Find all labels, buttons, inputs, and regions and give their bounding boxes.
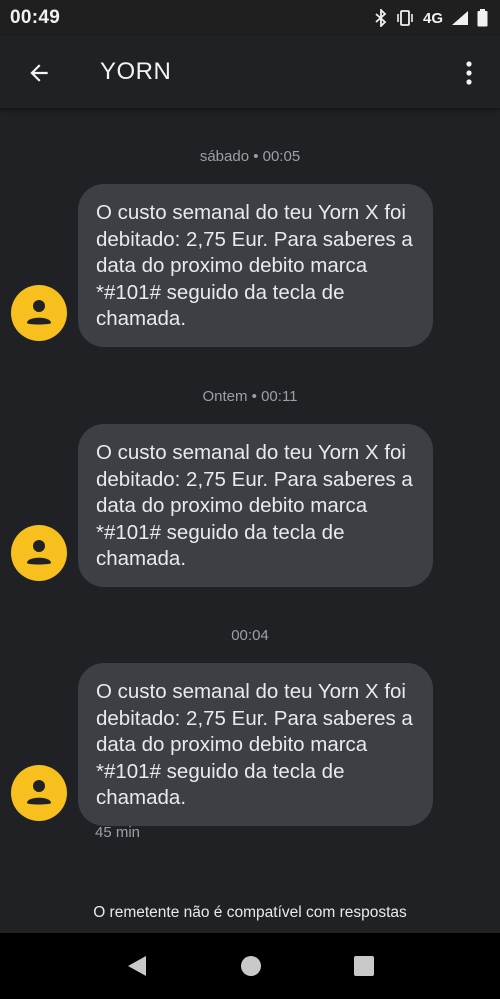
sender-avatar[interactable]: [11, 765, 67, 821]
person-icon: [27, 540, 51, 565]
message-bubble[interactable]: O custo semanal do teu Yorn X foi debita…: [78, 663, 433, 826]
network-type: 4G: [422, 9, 443, 27]
status-time: 00:49: [10, 7, 61, 28]
date-separator: sábado • 00:05: [199, 148, 301, 165]
status-icons: 4G: [375, 9, 488, 27]
person-icon: [27, 300, 51, 325]
message-timestamp: 45 min: [95, 824, 141, 841]
nav-back-icon[interactable]: [126, 954, 148, 978]
system-nav-bar: [0, 933, 500, 999]
status-bar: 00:49 4G: [0, 0, 500, 36]
date-separator: Ontem • 00:11: [202, 388, 298, 405]
nav-home-icon[interactable]: [240, 955, 262, 977]
date-separator: 00:04: [231, 627, 269, 644]
signal-icon: [452, 11, 468, 25]
reply-unsupported-notice: O remetente não é compatível com respost…: [93, 904, 407, 921]
nav-recents-icon[interactable]: [354, 956, 374, 976]
message-bubble[interactable]: O custo semanal do teu Yorn X foi debita…: [78, 184, 433, 347]
vibrate-icon: [397, 10, 413, 26]
bluetooth-icon: [375, 9, 387, 27]
message-thread[interactable]: sábado • 00:05 O custo semanal do teu Yo…: [0, 108, 500, 908]
message-bubble[interactable]: O custo semanal do teu Yorn X foi debita…: [78, 424, 433, 587]
app-bar: YORN: [0, 36, 500, 108]
sender-avatar[interactable]: [11, 285, 67, 341]
back-button[interactable]: [20, 54, 58, 92]
more-vert-icon: [466, 61, 472, 85]
more-options-button[interactable]: [452, 54, 486, 92]
battery-icon: [477, 9, 488, 27]
conversation-title: YORN: [100, 58, 172, 85]
person-icon: [27, 780, 51, 805]
sender-avatar[interactable]: [11, 525, 67, 581]
arrow-back-icon: [30, 64, 48, 82]
